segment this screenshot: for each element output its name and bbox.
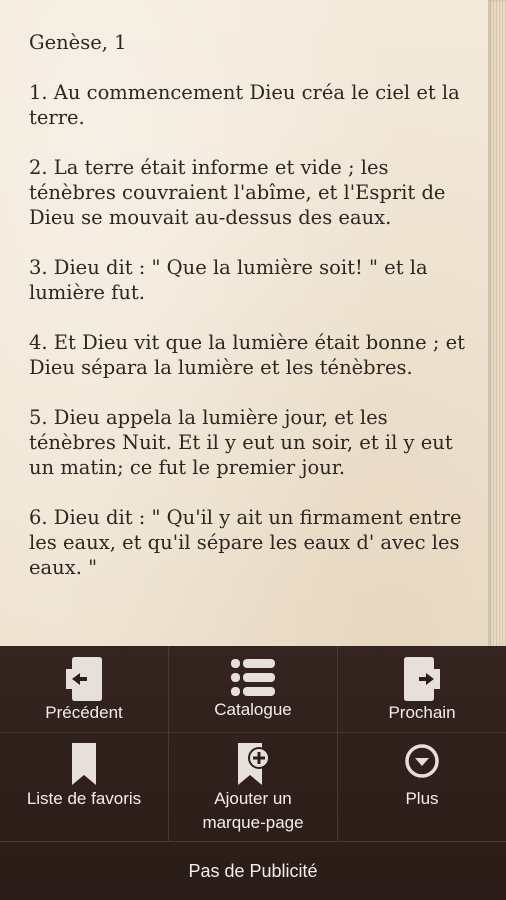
menu-row-bookmarks: Liste de favoris Ajouter un marque-page [0, 733, 506, 842]
chevron-down-circle-icon [402, 741, 442, 781]
page-back-icon [59, 654, 109, 704]
chapter-title: Genèse, 1 [29, 31, 127, 54]
previous-button[interactable]: Précédent [0, 646, 169, 732]
verse: 4. Et Dieu vit que la lumière était bonn… [29, 331, 465, 379]
reader-text[interactable]: Genèse, 1 1. Au commencement Dieu créa l… [29, 30, 469, 605]
page-forward-icon [397, 654, 447, 704]
bookmark-icon [69, 741, 99, 787]
catalogue-label: Catalogue [214, 700, 292, 719]
favorites-button[interactable]: Liste de favoris [0, 733, 169, 841]
add-bookmark-label-line1: Ajouter un [214, 789, 292, 808]
next-button[interactable]: Prochain [338, 646, 506, 732]
verse: 1. Au commencement Dieu créa le ciel et … [29, 81, 460, 129]
no-ads-button[interactable]: Pas de Publicité [0, 842, 506, 900]
more-label: Plus [405, 789, 439, 808]
previous-label: Précédent [45, 703, 123, 722]
verse: 3. Dieu dit : " Que la lumière soit! " e… [29, 256, 428, 304]
more-button[interactable]: Plus [338, 733, 506, 841]
favorites-label: Liste de favoris [26, 789, 142, 808]
add-bookmark-label: Ajouter un marque-page [169, 787, 337, 835]
next-label: Prochain [388, 703, 456, 722]
verse: 6. Dieu dit : " Qu'il y ait un firmament… [29, 506, 462, 579]
catalogue-button[interactable]: Catalogue [169, 646, 338, 732]
verse: 5. Dieu appela la lumière jour, et les t… [29, 406, 453, 479]
verse: 2. La terre était informe et vide ; les … [29, 156, 446, 229]
add-bookmark-label-line2: marque-page [202, 813, 304, 832]
menu-row-navigation: Précédent Catalogue Prochain [0, 646, 506, 733]
bookmark-add-icon [233, 741, 273, 789]
list-icon [228, 654, 278, 702]
bottom-menu: Précédent Catalogue Prochain Liste de fa… [0, 646, 506, 900]
add-bookmark-button[interactable]: Ajouter un marque-page [169, 733, 338, 841]
